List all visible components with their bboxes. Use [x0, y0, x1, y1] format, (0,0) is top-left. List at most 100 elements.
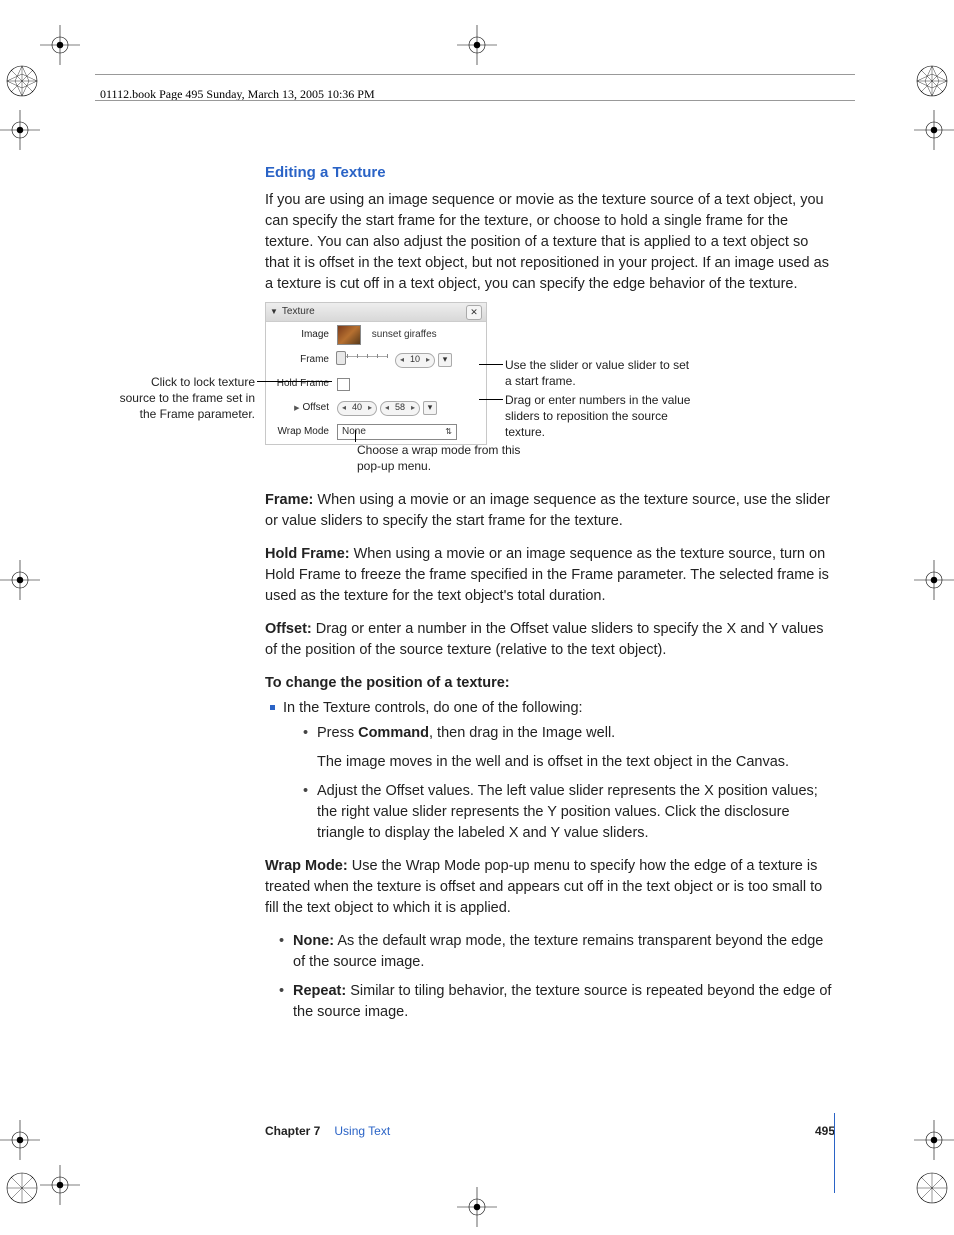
crop-mark-icon [0, 560, 40, 600]
para-wrap: Wrap Mode: Use the Wrap Mode pop-up menu… [265, 856, 835, 919]
sub-bullet-list: Press Command, then drag in the Image we… [283, 723, 835, 844]
frame-value: 10 [406, 353, 424, 366]
list-item: In the Texture controls, do one of the f… [283, 698, 835, 844]
text: Use the Wrap Mode pop-up menu to specify… [265, 858, 822, 916]
arrow-right-icon[interactable]: ▸ [424, 354, 432, 366]
arrow-left-icon[interactable]: ◂ [383, 402, 391, 414]
crop-mark-icon [914, 560, 954, 600]
text: , then drag in the Image well. [429, 725, 615, 741]
callout-bottom: Choose a wrap mode from this pop-up menu… [357, 442, 527, 474]
hold-frame-checkbox[interactable] [337, 378, 350, 391]
text-bold: Command [358, 725, 429, 741]
arrow-left-icon[interactable]: ◂ [398, 354, 406, 366]
arrow-right-icon[interactable]: ▸ [409, 402, 417, 414]
crop-mark-icon [457, 1187, 497, 1227]
section-heading: Editing a Texture [265, 162, 835, 184]
slider-thumb-icon[interactable] [336, 351, 346, 365]
para-hold: Hold Frame: When using a movie or an ima… [265, 544, 835, 607]
callout-right-2: Drag or enter numbers in the value slide… [505, 392, 705, 441]
row-frame: Frame ◂ 10 ▸ ▾ [266, 348, 486, 372]
crop-mark-icon [0, 1120, 40, 1160]
label-wrap: Wrap Mode [272, 425, 337, 440]
row-wrap: Wrap Mode None ⇅ [266, 420, 486, 444]
list-item: Repeat: Similar to tiling behavior, the … [293, 981, 835, 1023]
list-item: None: As the default wrap mode, the text… [293, 931, 835, 973]
para-offset: Offset: Drag or enter a number in the Of… [265, 619, 835, 661]
image-well[interactable] [337, 325, 361, 345]
page-footer: Chapter 7 Using Text 495 [265, 1123, 835, 1140]
run-in-label: Wrap Mode: [265, 858, 348, 874]
registration-mark-icon [915, 1171, 949, 1205]
footer-rule [834, 1113, 835, 1193]
param-menu-icon[interactable]: ▾ [423, 401, 437, 415]
list-item: Adjust the Offset values. The left value… [317, 781, 835, 844]
page-number: 495 [815, 1123, 835, 1140]
intro-paragraph: If you are using an image sequence or mo… [265, 190, 835, 295]
page: 01112.book Page 495 Sunday, March 13, 20… [0, 0, 954, 1235]
text: As the default wrap mode, the texture re… [293, 933, 823, 970]
text: Adjust the Offset values. The left value… [317, 783, 818, 841]
row-holdframe: Hold Frame [266, 372, 486, 396]
run-in-label: Offset: [265, 621, 312, 637]
run-in-label: Hold Frame: [265, 546, 350, 562]
crop-mark-icon [0, 110, 40, 150]
panel-header[interactable]: ▼ Texture ✕ [266, 303, 486, 322]
offset-y-value: 58 [391, 401, 409, 414]
callout-line [479, 364, 503, 365]
frame-value-slider[interactable]: ◂ 10 ▸ [395, 353, 435, 368]
callout-left: Click to lock texture source to the fram… [115, 374, 255, 423]
para-frame: Frame: When using a movie or an image se… [265, 490, 835, 532]
chevron-updown-icon: ⇅ [445, 426, 452, 438]
param-menu-icon[interactable]: ▾ [438, 353, 452, 367]
run-in-label: Repeat: [293, 983, 346, 999]
label-image: Image [272, 328, 337, 343]
text: In the Texture controls, do one of the f… [283, 700, 583, 716]
wrap-mode-list: None: As the default wrap mode, the text… [265, 931, 835, 1023]
row-image: Image sunset giraffes [266, 322, 486, 348]
frame-slider[interactable] [337, 356, 388, 365]
content-block: Editing a Texture If you are using an im… [265, 162, 835, 307]
callout-line [355, 430, 356, 442]
registration-mark-icon [915, 64, 949, 98]
crop-mark-icon [457, 25, 497, 65]
close-icon[interactable]: ✕ [466, 305, 482, 320]
panel-title: Texture [282, 303, 315, 321]
wrap-mode-value: None [342, 425, 366, 440]
crop-mark-icon [914, 1120, 954, 1160]
body-text: Frame: When using a movie or an image se… [265, 490, 835, 1035]
disclosure-down-icon[interactable]: ▼ [270, 303, 278, 321]
chapter-title: Using Text [334, 1123, 390, 1140]
text: Similar to tiling behavior, the texture … [293, 983, 831, 1020]
registration-mark-icon [5, 1171, 39, 1205]
text: The image moves in the well and is offse… [317, 754, 789, 770]
text: Drag or enter a number in the Offset val… [265, 621, 824, 658]
offset-x-value: 40 [348, 401, 366, 414]
arrow-right-icon[interactable]: ▸ [366, 402, 374, 414]
label-offset: Offset [272, 401, 337, 416]
text: When using a movie or an image sequence … [265, 492, 830, 529]
row-offset: Offset ◂ 40 ▸ ◂ 58 ▸ ▾ [266, 396, 486, 420]
arrow-left-icon[interactable]: ◂ [340, 402, 348, 414]
crop-mark-icon [40, 25, 80, 65]
text: When using a movie or an image sequence … [265, 546, 829, 604]
figure: ▼ Texture ✕ Image sunset giraffes Frame [265, 302, 835, 482]
chapter-label: Chapter 7 [265, 1123, 320, 1140]
list-item: Press Command, then drag in the Image we… [317, 723, 835, 773]
callout-right-1: Use the slider or value slider to set a … [505, 357, 695, 389]
offset-x-slider[interactable]: ◂ 40 ▸ [337, 401, 377, 416]
callout-line [257, 381, 332, 382]
label-frame: Frame [272, 353, 337, 368]
main-bullet-list: In the Texture controls, do one of the f… [265, 698, 835, 844]
run-in-label: Frame: [265, 492, 313, 508]
image-name: sunset giraffes [372, 328, 437, 343]
label-hold: Hold Frame [272, 377, 337, 392]
offset-y-slider[interactable]: ◂ 58 ▸ [380, 401, 420, 416]
texture-panel: ▼ Texture ✕ Image sunset giraffes Frame [265, 302, 487, 445]
callout-line [479, 399, 503, 400]
crop-mark-icon [40, 1165, 80, 1205]
subheading: To change the position of a texture: [265, 673, 835, 694]
rule [95, 100, 855, 101]
run-in-label: None: [293, 933, 334, 949]
registration-mark-icon [5, 64, 39, 98]
rule [95, 74, 855, 75]
